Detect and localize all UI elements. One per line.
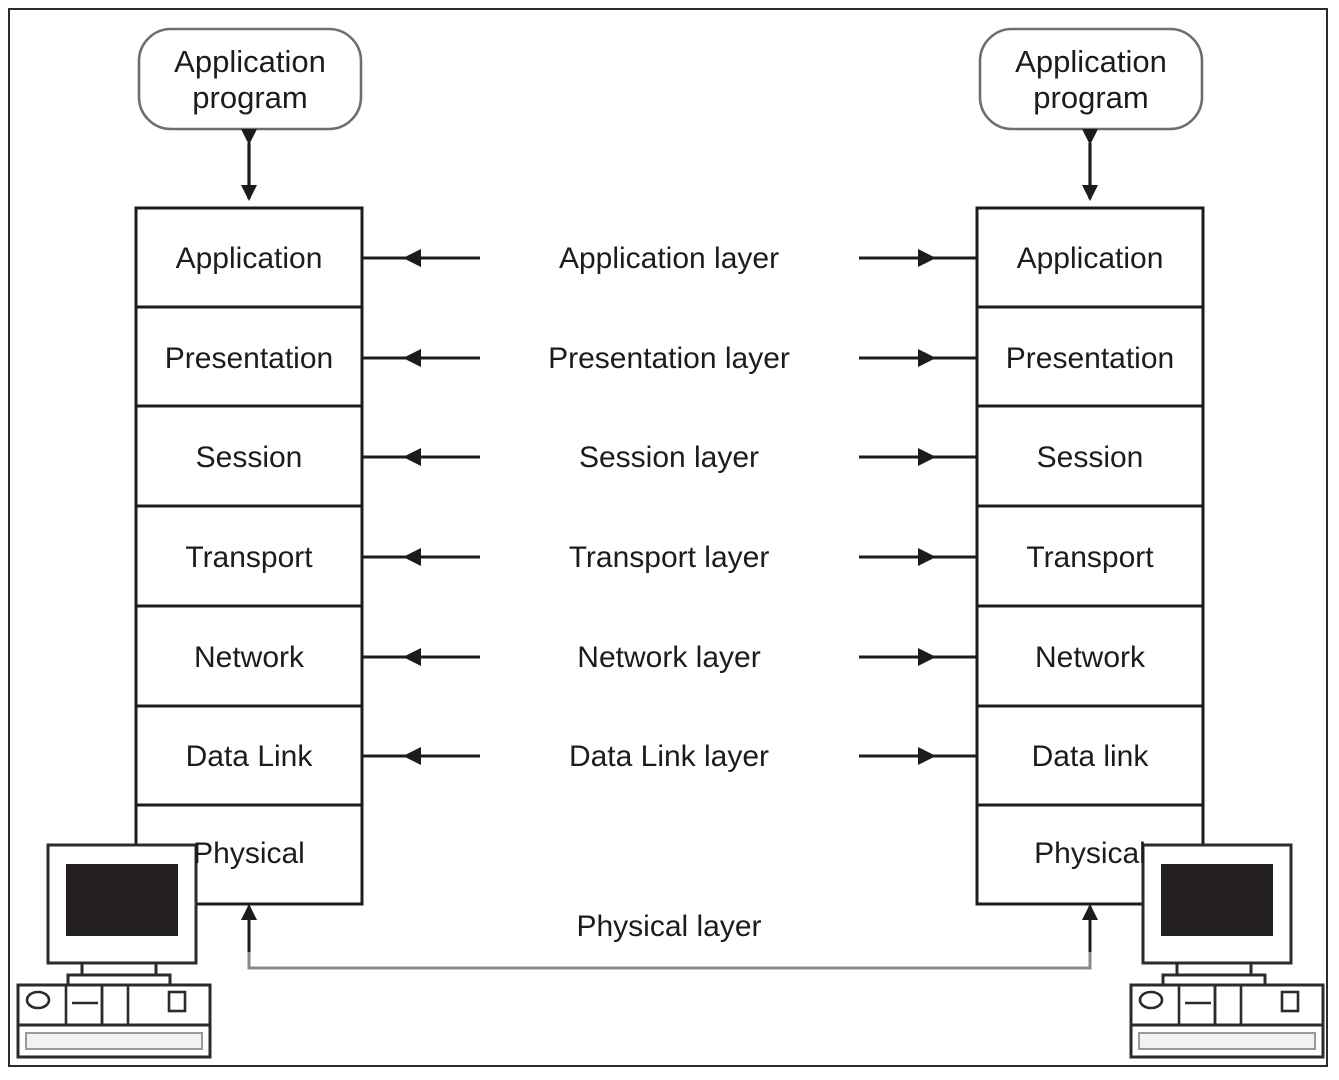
peer-label-application-layer: Application layer [558, 242, 780, 275]
right-layer-transport: Transport [1026, 541, 1154, 574]
peer-label-network-layer: Network layer [577, 641, 761, 674]
right-layer-network: Network [1034, 641, 1146, 674]
right-app-program-line2: program [1033, 79, 1149, 115]
left-layer-transport: Transport [185, 541, 313, 574]
left-app-program-line1: Application [174, 44, 326, 79]
peer-label-data-link-layer: Data Link layer [568, 740, 770, 773]
peer-label-transport-layer: Transport layer [568, 541, 770, 574]
left-layer-data-link: Data Link [185, 740, 313, 773]
right-desktop-computer-icon [1129, 843, 1325, 1059]
right-layer-application: Application [1016, 242, 1164, 275]
right-app-program-label: Application program [976, 44, 1206, 116]
diagram-canvas: Application program Application program … [0, 0, 1339, 1080]
right-layer-session: Session [1036, 441, 1144, 474]
peer-connector-arrows-right [859, 249, 977, 765]
peer-label-presentation-layer: Presentation layer [548, 342, 790, 375]
left-layer-network: Network [193, 641, 305, 674]
right-layer-data-link: Data link [1031, 740, 1149, 773]
left-layer-physical: Physical [193, 837, 305, 870]
right-layer-physical: Physical [1034, 837, 1146, 870]
left-layer-application: Application [175, 242, 323, 275]
peer-connector-arrows-left [362, 249, 480, 765]
left-desktop-computer-icon [16, 843, 212, 1059]
peer-label-session-layer: Session layer [578, 441, 760, 474]
left-layer-presentation: Presentation [164, 342, 334, 375]
right-layer-presentation: Presentation [1005, 342, 1175, 375]
left-layer-session: Session [195, 441, 303, 474]
left-app-program-label: Application program [135, 44, 365, 116]
physical-layer-link-label: Physical layer [576, 910, 762, 943]
left-app-program-line2: program [192, 79, 308, 115]
right-app-program-line1: Application [1015, 44, 1167, 79]
